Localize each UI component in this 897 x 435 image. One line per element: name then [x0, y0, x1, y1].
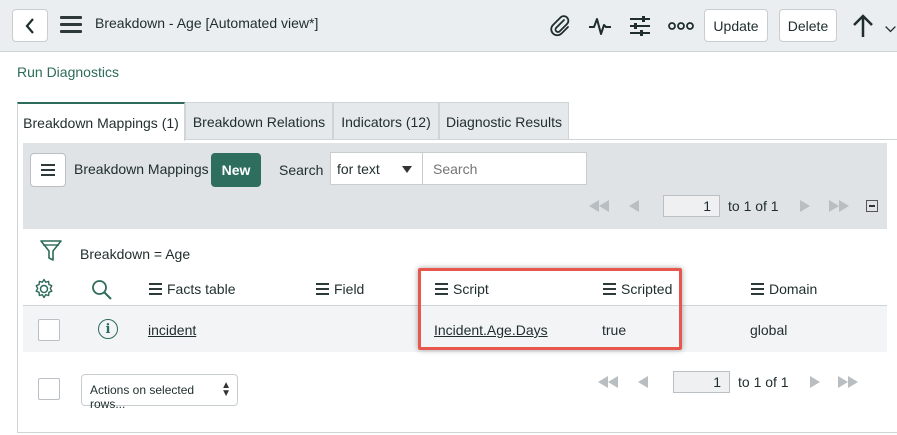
column-menu-icon[interactable]: [435, 282, 448, 297]
first-page-icon[interactable]: [598, 376, 618, 388]
column-header-script[interactable]: Script: [435, 281, 489, 297]
first-page-icon[interactable]: [589, 200, 609, 212]
page-number-input[interactable]: 1: [673, 371, 730, 393]
arrow-down-icon[interactable]: [884, 13, 897, 39]
previous-page-icon[interactable]: [629, 200, 639, 212]
page-of-text: to 1 of 1: [728, 198, 779, 214]
run-diagnostics-link[interactable]: Run Diagnostics: [17, 64, 119, 80]
column-menu-icon[interactable]: [603, 282, 616, 297]
search-field-select[interactable]: for text: [330, 152, 423, 185]
filter-breadcrumb[interactable]: Breakdown = Age: [80, 246, 190, 262]
column-menu-icon[interactable]: [316, 282, 329, 297]
next-page-icon[interactable]: [800, 200, 810, 212]
arrow-up-icon[interactable]: [850, 13, 876, 39]
column-header-field[interactable]: Field: [316, 281, 364, 297]
page-title: Breakdown - Age [Automated view*]: [95, 15, 319, 31]
caret-down-icon: [402, 166, 412, 173]
gear-icon[interactable]: [33, 278, 55, 300]
next-page-icon[interactable]: [810, 376, 820, 388]
collapse-icon[interactable]: [866, 200, 878, 212]
page-number-input[interactable]: 1: [663, 195, 720, 217]
actions-select[interactable]: Actions on selected rows... ▲ ▼: [81, 374, 238, 411]
last-page-icon[interactable]: [829, 200, 849, 212]
update-button[interactable]: Update: [704, 9, 768, 42]
tab-diagnostic-results[interactable]: Diagnostic Results: [439, 102, 569, 140]
column-header-scripted[interactable]: Scripted: [603, 281, 672, 297]
page-of-text: to 1 of 1: [738, 374, 789, 390]
more-options-icon[interactable]: [668, 13, 694, 39]
chevron-left-icon: [25, 17, 34, 34]
new-button[interactable]: New: [211, 153, 261, 187]
facts-table-link[interactable]: incident: [148, 322, 196, 338]
list-title: Breakdown Mappings: [74, 161, 209, 177]
last-page-icon[interactable]: [838, 376, 858, 388]
search-label: Search: [279, 162, 324, 178]
clipped-text-remnant: [17, 52, 157, 58]
updown-caret-icon: ▲ ▼: [221, 380, 231, 399]
back-button[interactable]: [12, 9, 48, 42]
domain-cell: global: [750, 322, 788, 338]
info-icon[interactable]: i: [98, 319, 118, 339]
column-header-domain[interactable]: Domain: [751, 281, 817, 297]
row-checkbox[interactable]: [38, 319, 60, 341]
tab-breakdown-mappings[interactable]: Breakdown Mappings (1): [17, 102, 185, 141]
delete-button[interactable]: Delete: [779, 9, 837, 42]
scripted-cell: true: [602, 322, 627, 338]
column-header-facts-table[interactable]: Facts table: [149, 281, 235, 297]
previous-page-icon[interactable]: [638, 376, 648, 388]
search-icon[interactable]: [91, 279, 113, 301]
context-menu-icon[interactable]: [60, 16, 82, 34]
tab-indicators[interactable]: Indicators (12): [333, 102, 439, 140]
list-menu-button[interactable]: [30, 153, 66, 187]
search-input[interactable]: [423, 152, 587, 185]
filter-icon[interactable]: [40, 239, 62, 263]
script-link[interactable]: Incident.Age.Days: [434, 322, 548, 338]
sliders-icon[interactable]: [627, 13, 653, 39]
search-field-value: for text: [337, 161, 380, 177]
tab-breakdown-relations[interactable]: Breakdown Relations: [185, 102, 333, 140]
activity-icon[interactable]: [587, 13, 613, 39]
select-all-checkbox[interactable]: [38, 378, 60, 400]
column-menu-icon[interactable]: [751, 282, 764, 297]
paperclip-icon[interactable]: [547, 13, 573, 39]
column-menu-icon[interactable]: [149, 282, 162, 297]
